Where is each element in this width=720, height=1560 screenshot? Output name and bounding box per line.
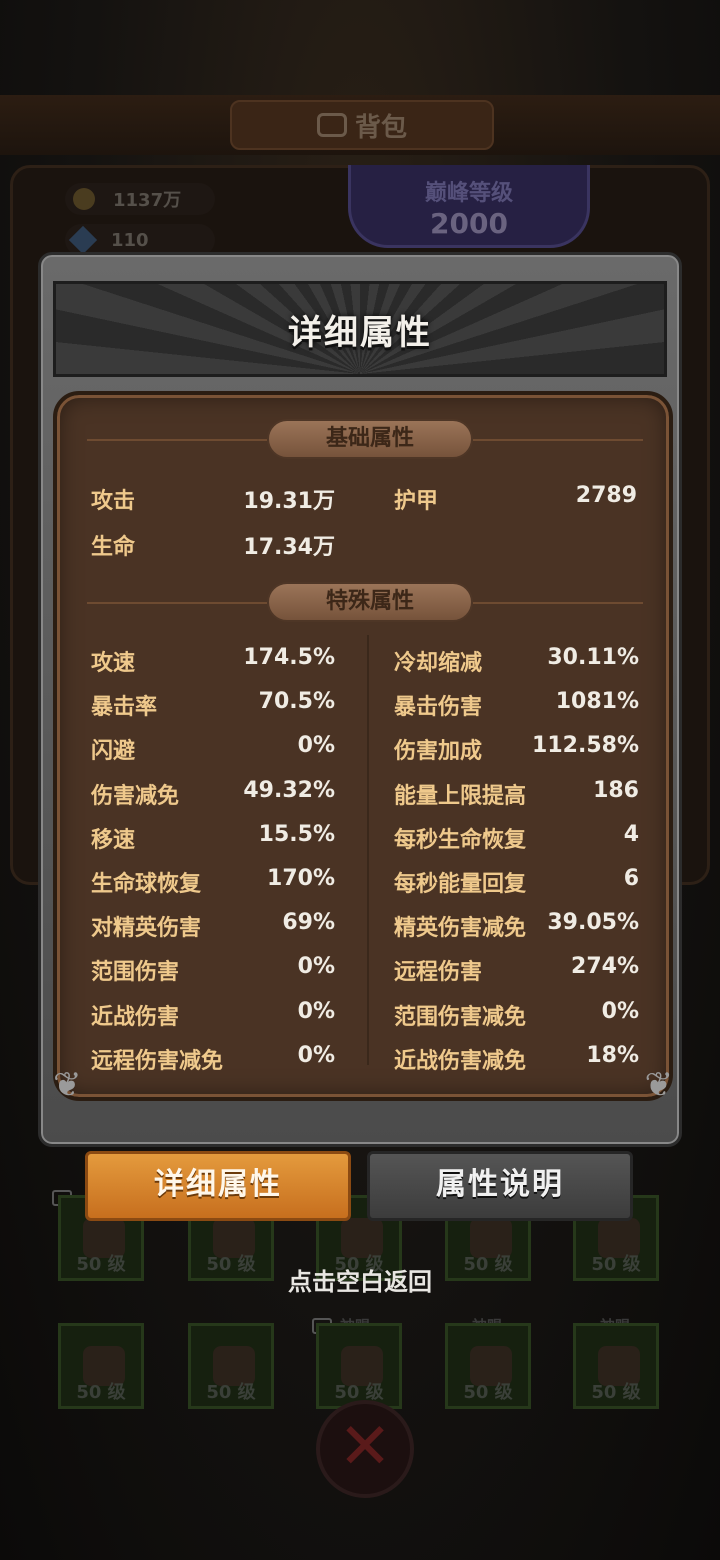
equipment-slot[interactable]: 50 级 [316, 1323, 402, 1409]
close-icon: ✕ [316, 1400, 414, 1498]
bag-icon [316, 113, 347, 137]
special-section-header: 特殊属性 [267, 582, 473, 622]
stat-label: 近战伤害 [91, 1005, 180, 1030]
stat-value: 1081% [555, 689, 639, 714]
stat-label: 生命 [91, 535, 136, 560]
equipment-slot[interactable]: 50 级 [58, 1323, 144, 1409]
gem-icon [68, 225, 98, 255]
stat-value: 49.32% [243, 778, 335, 803]
stat-value: 70.5% [258, 689, 335, 714]
stat-value: 17.34万 [243, 535, 335, 560]
stat-label: 伤害加成 [394, 739, 483, 764]
gold-counter: 1137万 [65, 183, 215, 215]
slot-level: 50 级 [591, 1382, 641, 1403]
equipment-slot[interactable]: 50 级 [573, 1323, 659, 1409]
attributes-panel: 基础属性 攻击 19.31万 护甲 2789 生命 17.34万 特殊属性 攻速… [53, 391, 673, 1105]
tab-attribute-explanation[interactable]: 属性说明 [367, 1151, 633, 1221]
stat-label: 远程伤害 [394, 960, 483, 985]
stat-label: 护甲 [394, 489, 439, 514]
stat-value: 2789 [575, 483, 637, 508]
section-divider [87, 602, 267, 604]
stat-value: 0% [297, 733, 335, 758]
column-divider [367, 635, 369, 1065]
background-bag-title: 背包 [230, 100, 494, 150]
stat-label: 暴击率 [91, 695, 158, 720]
gem-value: 110 [111, 229, 149, 251]
stat-label: 伤害减免 [91, 784, 180, 809]
stat-value: 30.11% [547, 645, 639, 670]
stat-label: 暴击伤害 [394, 695, 483, 720]
stat-value: 0% [297, 999, 335, 1024]
stat-value: 19.31万 [243, 489, 335, 514]
stat-value: 0% [297, 1043, 335, 1068]
slot-level: 50 级 [76, 1382, 126, 1403]
tab-detail-attributes[interactable]: 详细属性 [85, 1151, 351, 1221]
slot-level: 50 级 [463, 1382, 513, 1403]
slot-level: 50 级 [206, 1382, 256, 1403]
modal-title: 详细属性 [288, 312, 432, 353]
modal-header: 详细属性 [53, 281, 667, 377]
stat-label: 攻速 [91, 651, 136, 676]
stat-label: 攻击 [91, 489, 136, 514]
stat-label: 冷却缩减 [394, 651, 483, 676]
stat-value: 69% [282, 910, 335, 935]
stat-value: 39.05% [547, 910, 639, 935]
stat-label: 闪避 [91, 739, 136, 764]
stat-label: 范围伤害 [91, 960, 180, 985]
stat-value: 174.5% [243, 645, 335, 670]
peak-level-value: 2000 [430, 207, 508, 240]
stat-value: 0% [297, 954, 335, 979]
coin-icon [73, 188, 95, 210]
bag-title-label: 背包 [354, 112, 407, 143]
section-divider [473, 602, 643, 604]
basic-section-header: 基础属性 [267, 419, 473, 459]
equipment-slot[interactable]: 50 级 [445, 1323, 531, 1409]
stat-label: 移速 [91, 828, 136, 853]
corner-ornament-icon: ❦ [644, 1065, 674, 1105]
section-divider [473, 439, 643, 441]
stat-value: 112.58% [532, 733, 639, 758]
section-divider [87, 439, 267, 441]
stat-value: 6 [623, 866, 639, 891]
stat-value: 0% [601, 999, 639, 1024]
stat-value: 170% [267, 866, 335, 891]
tap-blank-to-return-hint[interactable]: 点击空白返回 [0, 1262, 720, 1297]
peak-level-label: 巅峰等级 [424, 181, 513, 206]
stat-value: 4 [623, 822, 639, 847]
equipment-slot[interactable]: 50 级 [188, 1323, 274, 1409]
stat-value: 274% [571, 954, 639, 979]
gold-value: 1137万 [113, 190, 182, 211]
stat-value: 15.5% [258, 822, 335, 847]
stat-label: 对精英伤害 [91, 916, 202, 941]
corner-ornament-icon: ❦ [53, 1065, 82, 1105]
stat-value: 186 [593, 778, 639, 803]
detail-attributes-modal: 详细属性 基础属性 攻击 19.31万 护甲 2789 生命 17.34万 特殊… [38, 252, 682, 1147]
peak-level-badge: 巅峰等级 2000 [348, 165, 590, 248]
stat-label: 生命球恢复 [91, 872, 202, 897]
